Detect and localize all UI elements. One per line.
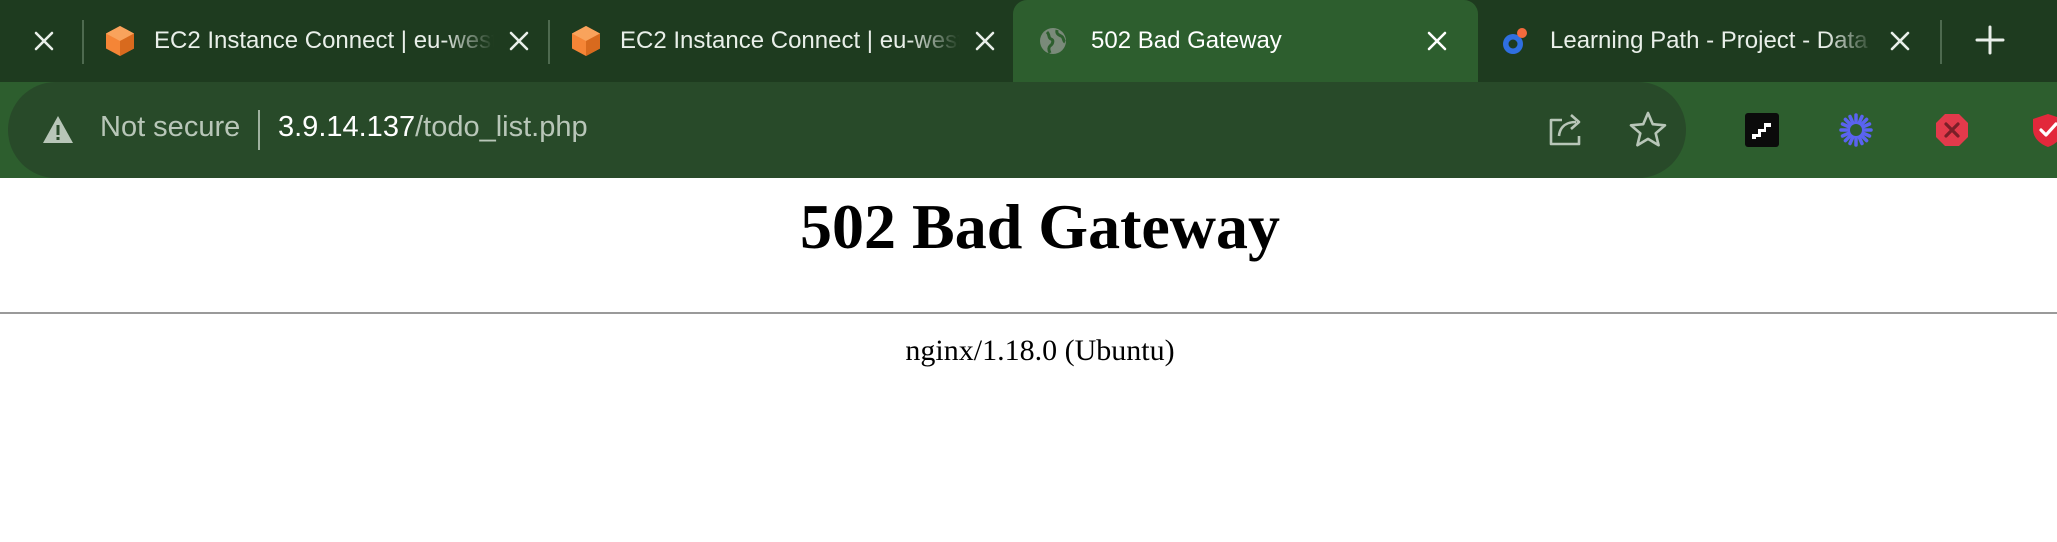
tab-close-icon[interactable] bbox=[1422, 26, 1452, 56]
tab-close-icon[interactable] bbox=[970, 26, 1000, 56]
aws-ec2-icon bbox=[104, 25, 136, 57]
globe-icon bbox=[1037, 25, 1069, 57]
aws-ec2-icon bbox=[570, 25, 602, 57]
tab-strip: EC2 Instance Connect | eu-west-2 EC2 Ins… bbox=[0, 0, 2057, 82]
tab-separator bbox=[1940, 20, 1942, 64]
stairs-extension-icon[interactable] bbox=[1744, 112, 1780, 148]
security-status-label[interactable]: Not secure bbox=[100, 111, 240, 144]
tab-ec2-instance-connect-2[interactable]: EC2 Instance Connect | eu-west-2 bbox=[570, 0, 1000, 82]
url-host: 3.9.14.137 bbox=[278, 111, 416, 143]
tab-close-icon[interactable] bbox=[504, 26, 534, 56]
tab-502-bad-gateway[interactable]: 502 Bad Gateway bbox=[1013, 0, 1478, 82]
tab-title: EC2 Instance Connect | eu-west-2 bbox=[620, 27, 960, 54]
tab-ec2-instance-connect-1[interactable]: EC2 Instance Connect | eu-west-2 bbox=[104, 0, 534, 82]
learning-path-icon bbox=[1500, 25, 1532, 57]
url-path: /todo_list.php bbox=[415, 111, 588, 143]
tab-partial[interactable] bbox=[0, 0, 80, 82]
tab-title: 502 Bad Gateway bbox=[1091, 27, 1282, 54]
tab-separator bbox=[548, 20, 550, 64]
plus-icon bbox=[1975, 25, 2005, 60]
url-text[interactable]: 3.9.14.137/todo_list.php bbox=[278, 111, 588, 144]
blue-cog-extension-icon[interactable] bbox=[1838, 112, 1874, 148]
red-x-extension-icon[interactable] bbox=[1934, 112, 1970, 148]
new-tab-button[interactable] bbox=[1970, 22, 2010, 62]
horizontal-rule bbox=[0, 312, 2057, 314]
red-shield-extension-icon[interactable] bbox=[2030, 112, 2057, 148]
tab-separator bbox=[82, 20, 84, 64]
tab-title: Learning Path - Project - Data bbox=[1550, 27, 1868, 54]
server-signature: nginx/1.18.0 (Ubuntu) bbox=[905, 334, 1175, 367]
warning-icon[interactable] bbox=[42, 115, 74, 150]
address-bar[interactable]: Not secure 3.9.14.137/todo_list.php bbox=[8, 82, 1686, 178]
page-title: 502 Bad Gateway bbox=[800, 191, 1280, 262]
bookmark-star-icon[interactable] bbox=[1628, 110, 1668, 153]
omnibox-divider bbox=[258, 110, 260, 150]
tab-close-icon[interactable] bbox=[29, 26, 59, 56]
share-icon[interactable] bbox=[1546, 110, 1586, 153]
tab-title: EC2 Instance Connect | eu-west-2 bbox=[154, 27, 494, 54]
browser-toolbar: Not secure 3.9.14.137/todo_list.php bbox=[0, 82, 2057, 178]
tab-close-icon[interactable] bbox=[1885, 26, 1915, 56]
tab-learning-path[interactable]: Learning Path - Project - Data bbox=[1500, 0, 1915, 82]
